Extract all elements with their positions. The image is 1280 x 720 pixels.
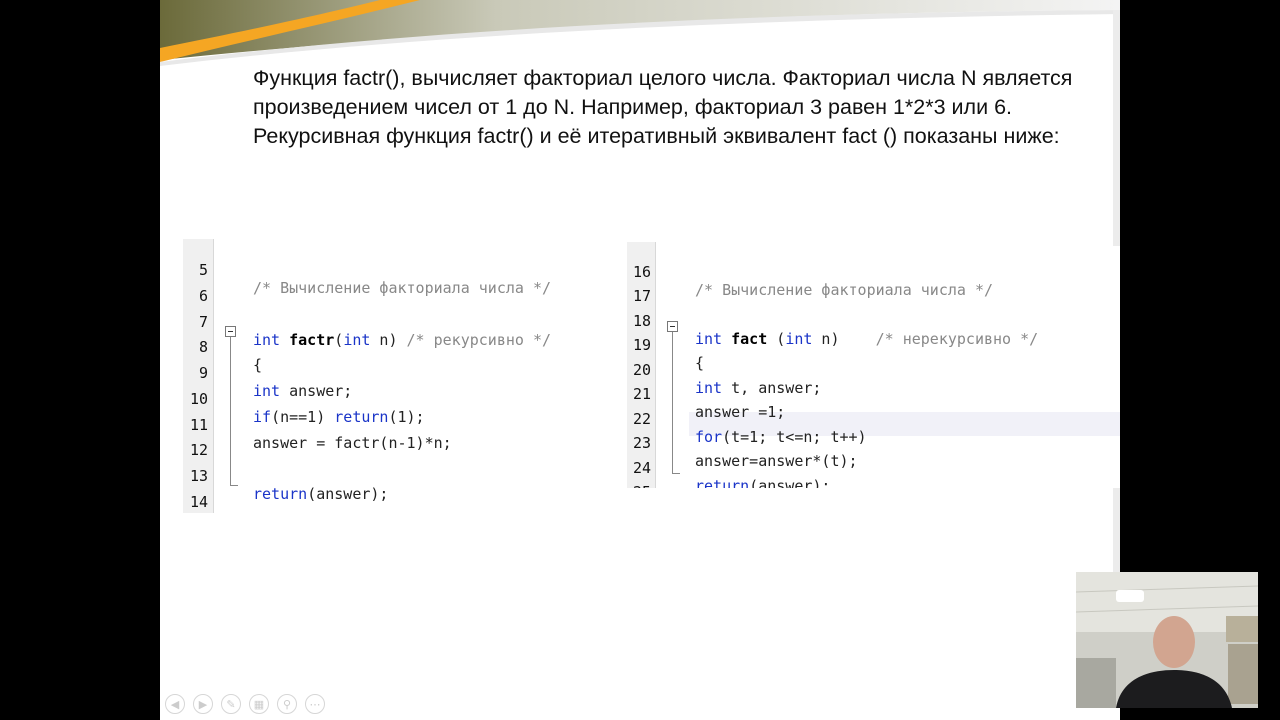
code-text: int answer; bbox=[253, 382, 353, 400]
code-line: 25 } bbox=[627, 465, 681, 488]
slide-paragraph: Функция factr(), вычисляет факториал цел… bbox=[253, 66, 1073, 148]
code-line: 11 answer = factr(n-1)*n; bbox=[183, 398, 452, 452]
slide-edge-strip bbox=[1113, 488, 1120, 572]
presenter-face bbox=[1153, 616, 1195, 668]
code-line: 21 answer =1; bbox=[627, 367, 785, 421]
previous-slide-icon[interactable]: ◀ bbox=[165, 694, 185, 714]
code-text: { bbox=[695, 354, 705, 372]
slideshow-toolbar: ◀ ▶ ✎ ▦ ⚲ ⋯ bbox=[165, 694, 325, 716]
ceiling-light bbox=[1116, 590, 1144, 602]
code-line: 12 bbox=[183, 423, 237, 459]
code-line: 14 } bbox=[183, 475, 262, 513]
code-line: 23 answer=answer*(t); bbox=[627, 416, 858, 470]
code-line: 9 int answer; bbox=[183, 346, 352, 400]
code-block-iterative: 16 /* Вычисление факториала числа */ 17 … bbox=[627, 242, 1120, 488]
slide-edge-strip bbox=[1113, 10, 1120, 246]
code-line: 22 for(t=1; t<=n; t++) bbox=[627, 392, 867, 446]
code-block-recursive: 5 /* Вычисление факториала числа */ 6 7 … bbox=[183, 239, 628, 513]
more-options-icon[interactable]: ⋯ bbox=[305, 694, 325, 714]
code-line: 16 /* Вычисление факториала числа */ bbox=[627, 245, 993, 299]
code-line: 15 bbox=[183, 501, 237, 513]
code-line: 17 bbox=[627, 269, 681, 305]
code-text: answer =1; bbox=[695, 403, 786, 421]
code-comment: /* Вычисление факториала числа */ bbox=[695, 281, 994, 299]
code-text: answer=answer*(t); bbox=[695, 452, 858, 470]
code-text: int t, answer; bbox=[695, 379, 822, 397]
code-text: return(answer); bbox=[253, 485, 389, 503]
code-text: int fact (int n) /* нерекурсивно */ bbox=[695, 330, 1039, 348]
presentation-slide: Функция factr(), вычисляет факториал цел… bbox=[160, 0, 1120, 720]
code-text: { bbox=[253, 356, 263, 374]
zoom-icon[interactable]: ⚲ bbox=[277, 694, 297, 714]
code-text: answer = factr(n-1)*n; bbox=[253, 434, 452, 452]
next-slide-icon[interactable]: ▶ bbox=[193, 694, 213, 714]
code-text: } bbox=[253, 511, 262, 513]
code-text: if(n==1) return(1); bbox=[253, 408, 425, 426]
code-line: 8 { bbox=[183, 320, 262, 374]
line-number: 25 bbox=[627, 483, 651, 488]
webcam-overlay bbox=[1076, 572, 1258, 708]
slide-header-decoration bbox=[160, 0, 1120, 66]
code-text: for(t=1; t<=n; t++) bbox=[695, 428, 867, 446]
code-text: int factr(int n) /* рекурсивно */ bbox=[253, 331, 552, 349]
code-line: 5 /* Вычисление факториала числа */ bbox=[183, 243, 551, 297]
slides-grid-icon[interactable]: ▦ bbox=[249, 694, 269, 714]
code-text: return(answer); bbox=[695, 477, 831, 488]
pen-icon[interactable]: ✎ bbox=[221, 694, 241, 714]
code-line: 13 return(answer); bbox=[183, 449, 389, 503]
code-line: 6 bbox=[183, 269, 237, 305]
code-line: 7 int factr(int n) /* рекурсивно */ bbox=[183, 295, 551, 349]
code-line: 24 return(answer); bbox=[627, 441, 831, 488]
code-line: 20 int t, answer; bbox=[627, 343, 822, 397]
presenter-video-frame bbox=[1076, 572, 1258, 708]
code-line: 18 int fact (int n) /* нерекурсивно */ bbox=[627, 294, 1038, 348]
code-comment: /* Вычисление факториала числа */ bbox=[253, 279, 552, 297]
code-line: 19 { bbox=[627, 318, 704, 372]
code-line: 10 if(n==1) return(1); bbox=[183, 372, 425, 426]
